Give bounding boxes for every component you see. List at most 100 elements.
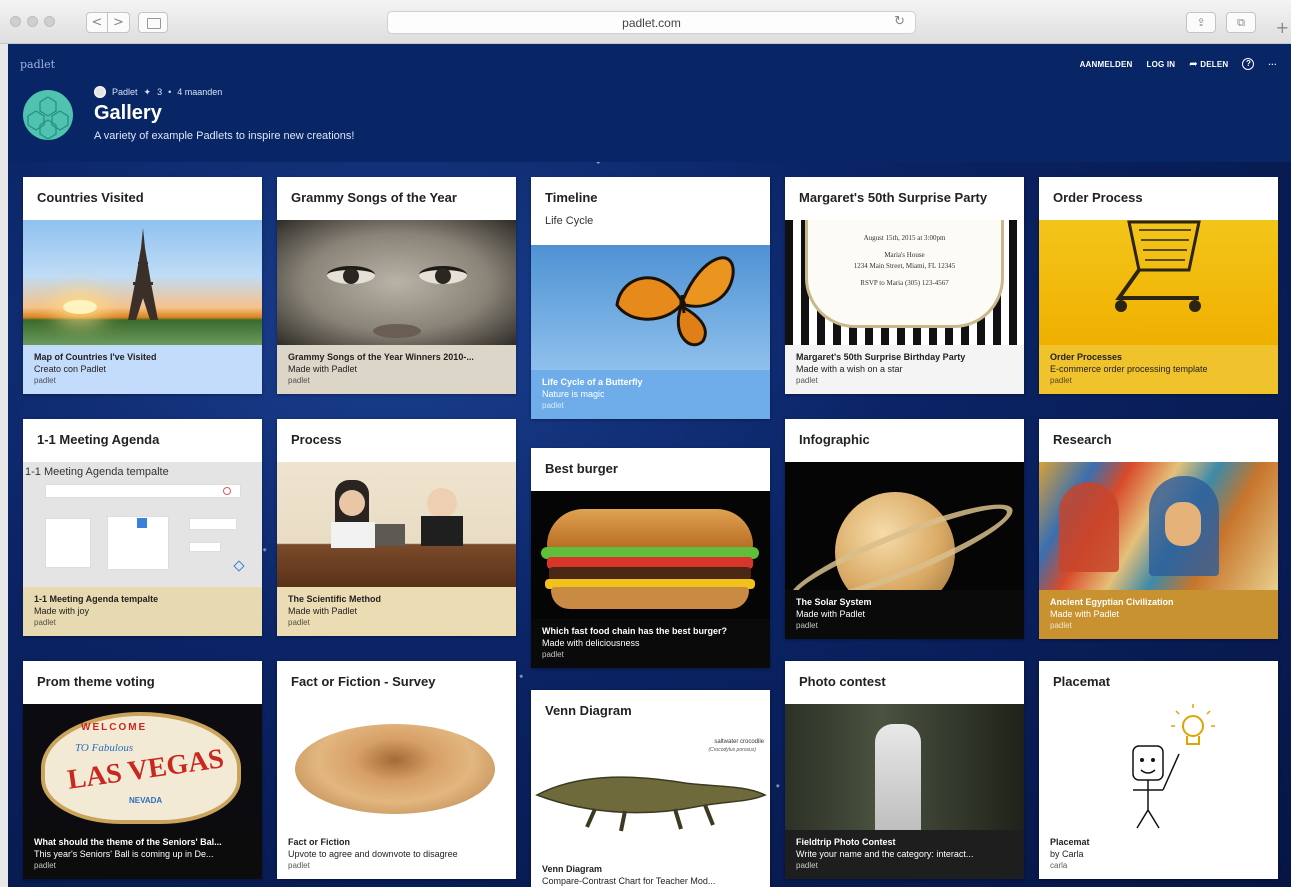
window-controls[interactable]: [10, 16, 55, 27]
post-margaret-party[interactable]: Margaret's 50th Surprise Party August 15…: [785, 177, 1024, 394]
address-bar[interactable]: padlet.com ↻: [387, 11, 916, 34]
post-prom-theme-voting[interactable]: Prom theme voting WELCOME TO Fabulous LA…: [23, 661, 262, 879]
tabs-overview-button[interactable]: ⧉: [1226, 12, 1256, 33]
caption-subtitle: by Carla: [1050, 849, 1084, 859]
wireframe-title: 1-1 Meeting Agenda tempalte: [25, 466, 169, 478]
author-name[interactable]: Padlet: [112, 87, 138, 97]
caption-title: Map of Countries I've Visited: [34, 352, 157, 362]
portrait-image: [277, 220, 516, 345]
statue-photo-image: [785, 704, 1024, 830]
post-order-process[interactable]: Order Process Order Processes E-commerce…: [1039, 177, 1278, 394]
post-infographic[interactable]: Infographic The Solar System Made with P…: [785, 419, 1024, 639]
caption-author: padlet: [34, 618, 56, 627]
more-options-icon[interactable]: ···: [1268, 60, 1277, 69]
post-process[interactable]: Process The Scientific Method Made with …: [277, 419, 516, 636]
invitation-image: August 15th, 2015 at 3:00pm Maria's Hous…: [785, 220, 1024, 345]
login-link[interactable]: LOG IN: [1146, 60, 1175, 69]
image-label-latin: (Crocodylus porosus): [708, 747, 756, 753]
post-best-burger[interactable]: Best burger Which fast food chain has th…: [531, 448, 770, 668]
post-photo-contest[interactable]: Photo contest Fieldtrip Photo Contest Wr…: [785, 661, 1024, 879]
caption-author: padlet: [34, 376, 56, 385]
post-title: Prom theme voting: [37, 674, 155, 689]
post-title: Order Process: [1053, 190, 1143, 205]
post-title: Research: [1053, 432, 1112, 447]
zoom-window-icon[interactable]: [44, 16, 55, 27]
history-nav: < >: [86, 12, 130, 33]
wall-title: Gallery: [94, 102, 162, 124]
shopping-cart-image: [1039, 220, 1278, 345]
scientists-image: [277, 462, 516, 587]
caption-subtitle: E-commerce order processing template: [1050, 364, 1208, 374]
caption-subtitle: Made with Padlet: [288, 364, 358, 374]
crocodile-image: saltwater crocodile (Crocodylus porosus): [531, 733, 770, 857]
caption-author: padlet: [796, 861, 818, 870]
post-research[interactable]: Research Ancient Egyptian Civilization M…: [1039, 419, 1278, 639]
post-caption: The Scientific Method Made with Padlet p…: [277, 587, 516, 636]
forward-button[interactable]: >: [108, 12, 130, 33]
caption-author: padlet: [796, 621, 818, 630]
post-caption: Venn Diagram Compare-Contrast Chart for …: [531, 857, 770, 887]
padlet-logo[interactable]: padlet: [20, 58, 55, 71]
back-button[interactable]: <: [86, 12, 108, 33]
post-venn-diagram[interactable]: Venn Diagram saltwater crocodile (Crocod…: [531, 690, 770, 887]
caption-author: padlet: [288, 861, 310, 870]
post-caption: Placemat by Carla carla: [1039, 830, 1278, 879]
reload-icon[interactable]: ↻: [894, 14, 905, 29]
caption-author: padlet: [1050, 621, 1072, 630]
caption-title: Which fast food chain has the best burge…: [542, 626, 728, 636]
post-caption: Order Processes E-commerce order process…: [1039, 345, 1278, 394]
sign-nevada: NEVADA: [129, 796, 163, 805]
caption-title: Placemat: [1050, 837, 1090, 847]
signup-link[interactable]: AANMELDEN: [1080, 60, 1133, 69]
caption-title: Grammy Songs of the Year Winners 2010-..…: [288, 352, 474, 362]
caption-title: What should the theme of the Seniors' Ba…: [34, 837, 222, 847]
caption-author: carla: [1050, 861, 1068, 870]
share-button[interactable]: ➦ DELEN: [1189, 59, 1228, 70]
post-caption: Ancient Egyptian Civilization Made with …: [1039, 590, 1278, 639]
wall-description: A variety of example Padlets to inspire …: [94, 130, 355, 142]
caption-title: Order Processes: [1050, 352, 1123, 362]
star-icon: ✦: [143, 86, 152, 97]
share-page-button[interactable]: ⇪: [1186, 12, 1216, 33]
post-title: Margaret's 50th Surprise Party: [799, 190, 988, 205]
idea-doodle-image: [1039, 704, 1278, 830]
saturn-image: [785, 462, 1024, 590]
caption-title: Venn Diagram: [542, 864, 603, 874]
post-caption: Which fast food chain has the best burge…: [531, 619, 770, 668]
post-timeline[interactable]: Timeline Life Cycle Life Cycle of a Butt…: [531, 177, 770, 419]
new-tab-button[interactable]: +: [1276, 18, 1289, 37]
post-title: Best burger: [545, 461, 618, 476]
post-fact-or-fiction[interactable]: Fact or Fiction - Survey Fact or Fiction…: [277, 661, 516, 879]
post-meeting-agenda[interactable]: 1-1 Meeting Agenda 1-1 Meeting Agenda te…: [23, 419, 262, 636]
dot-separator: •: [168, 87, 172, 97]
invite-line: August 15th, 2015 at 3:00pm: [863, 234, 946, 242]
sidebar-toggle-button[interactable]: [138, 12, 168, 33]
caption-title: Margaret's 50th Surprise Birthday Party: [796, 352, 966, 362]
post-caption: What should the theme of the Seniors' Ba…: [23, 830, 262, 879]
padlet-wall: padlet AANMELDEN LOG IN ➦ DELEN ? ··· Pa…: [8, 44, 1291, 887]
post-placemat[interactable]: Placemat Placemat by Carla carla: [1039, 661, 1278, 879]
author-avatar: [94, 86, 106, 98]
caption-subtitle: Made with Padlet: [288, 606, 358, 616]
post-title: Venn Diagram: [545, 703, 632, 718]
post-caption: Fieldtrip Photo Contest Write your name …: [785, 830, 1024, 879]
share-icon: ➦: [1189, 58, 1198, 70]
caption-author: padlet: [288, 618, 310, 627]
help-icon[interactable]: ?: [1242, 58, 1255, 70]
caption-subtitle: Made with deliciousness: [542, 638, 640, 648]
caption-subtitle: Nature is magic: [542, 389, 605, 399]
egyptian-art-image: [1039, 462, 1278, 590]
caption-title: Fieldtrip Photo Contest: [796, 837, 896, 847]
post-grammy-songs[interactable]: Grammy Songs of the Year Grammy Songs of…: [277, 177, 516, 394]
post-countries-visited[interactable]: Countries Visited Map of Countries I've …: [23, 177, 262, 394]
minimize-window-icon[interactable]: [27, 16, 38, 27]
post-title: Infographic: [799, 432, 870, 447]
post-caption: 1-1 Meeting Agenda tempalte Made with jo…: [23, 587, 262, 636]
las-vegas-sign-image: WELCOME TO Fabulous LAS VEGAS NEVADA: [23, 704, 262, 830]
close-window-icon[interactable]: [10, 16, 21, 27]
caption-author: padlet: [34, 861, 56, 870]
caption-subtitle: Compare-Contrast Chart for Teacher Mod..…: [542, 876, 716, 886]
caption-subtitle: Made with a wish on a star: [796, 364, 903, 374]
post-caption: Life Cycle of a Butterfly Nature is magi…: [531, 370, 770, 419]
post-title: Countries Visited: [37, 190, 144, 205]
